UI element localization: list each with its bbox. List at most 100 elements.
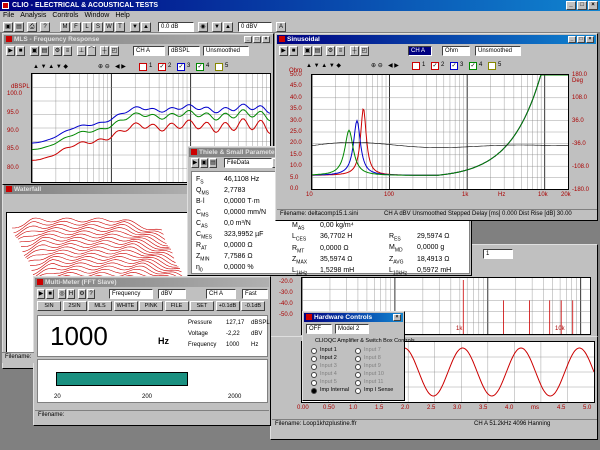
hw-input-left-radio[interactable] — [311, 356, 317, 362]
mls-check-4[interactable]: ✓ — [196, 63, 204, 71]
mls-smoothing-select[interactable]: Unsmoothed — [203, 46, 249, 56]
mm-gen-button[interactable]: SET — [190, 301, 214, 311]
mls-pan-arrows[interactable]: ◀ ▶ — [115, 63, 126, 70]
sin-smoothing-select[interactable]: Unsmoothed — [475, 46, 521, 56]
sin-open-button[interactable]: ▣ — [303, 46, 312, 56]
input-level-field[interactable]: 0 dBV — [238, 22, 272, 32]
mls-range-arrows[interactable]: ▲ ▼ ▲ ▼ ◆ — [33, 63, 68, 70]
mm-channel-select[interactable]: CH A — [206, 289, 236, 299]
mls-check-3[interactable]: ✓ — [177, 63, 185, 71]
mls-stop-button[interactable]: ■ — [16, 46, 25, 56]
mls-check-2[interactable]: ✓ — [158, 63, 166, 71]
mm-help-button[interactable]: ? — [87, 289, 95, 299]
mm-gen-button[interactable]: MLS — [88, 301, 112, 311]
generator-level-field[interactable]: 0.0 dB — [158, 22, 194, 32]
ts-open-button[interactable]: ▣ — [200, 158, 208, 168]
sin-stop-button[interactable]: ■ — [289, 46, 298, 56]
mls-maximize-button[interactable]: □ — [253, 36, 261, 43]
sin-range-arrows[interactable]: ▲ ▼ ▲ ▼ ◆ — [306, 62, 341, 69]
mls-save-button[interactable]: ▤ — [40, 46, 49, 56]
minimize-button[interactable]: _ — [566, 1, 576, 10]
sin-check-2[interactable]: ✓ — [431, 62, 439, 70]
mls-icon[interactable]: L — [82, 22, 92, 32]
close-button[interactable]: × — [588, 1, 598, 10]
hw-input-left-radio[interactable] — [311, 348, 317, 354]
open-icon[interactable]: ▣ — [3, 22, 13, 32]
waterfall-icon[interactable]: W — [104, 22, 114, 32]
mls-check-1[interactable] — [139, 63, 147, 71]
mls-impulse-button[interactable]: ⊥ — [77, 46, 86, 56]
hw-close-button[interactable]: × — [393, 314, 401, 321]
mm-gen-button[interactable]: 2SIN — [62, 301, 87, 311]
menu-controls[interactable]: Controls — [52, 11, 78, 21]
hw-input-right-radio[interactable] — [355, 380, 361, 386]
ts-save-button[interactable]: ▤ — [209, 158, 217, 168]
mls-channel-select[interactable]: CH A — [133, 46, 165, 56]
mm-gen-button[interactable]: PINK — [139, 301, 163, 311]
mm-hold-button[interactable]: H — [67, 289, 75, 299]
level-up-icon[interactable]: ▲ — [141, 22, 151, 32]
mm-gen-button[interactable]: WHITE — [113, 301, 138, 311]
sin-minimize-button[interactable]: _ — [568, 36, 576, 43]
sin-unit-select[interactable]: Ohm — [442, 46, 470, 56]
mls-window-button[interactable]: ⌒ — [87, 46, 96, 56]
hw-input-right-radio[interactable] — [355, 372, 361, 378]
print-icon[interactable]: ⎙ — [27, 22, 37, 32]
sin-maximize-button[interactable]: □ — [577, 36, 585, 43]
ts-source-select[interactable]: FileData — [224, 158, 272, 168]
sin-cursor-button[interactable]: ┼ — [350, 46, 359, 56]
sinus-icon[interactable]: S — [93, 22, 103, 32]
mm-mode-select[interactable]: Frequency — [109, 289, 153, 299]
sin-settings-button[interactable]: ⚙ — [326, 46, 335, 56]
generator-output-icon[interactable]: ◉ — [198, 22, 208, 32]
menu-window[interactable]: Window — [84, 11, 109, 21]
mm-settings-button[interactable]: ⚙ — [78, 289, 86, 299]
hw-input-left-radio[interactable] — [311, 372, 317, 378]
mls-zoom-button[interactable]: ◰ — [110, 46, 119, 56]
sin-check-1[interactable] — [412, 62, 420, 70]
sin-pan-arrows[interactable]: ◀ ▶ — [388, 62, 399, 69]
hw-input-left-radio[interactable] — [311, 388, 317, 394]
hw-input-right-radio[interactable] — [355, 348, 361, 354]
mls-close-button[interactable]: × — [262, 36, 270, 43]
mls-minimize-button[interactable]: _ — [244, 36, 252, 43]
mls-go-button[interactable]: ▶ — [6, 46, 15, 56]
mm-go-button[interactable]: ▶ — [37, 289, 45, 299]
sin-go-button[interactable]: ▶ — [279, 46, 288, 56]
multimeter-icon[interactable]: M — [60, 22, 70, 32]
hw-input-left-radio[interactable] — [311, 364, 317, 370]
sin-zoom-button[interactable]: ◰ — [360, 46, 369, 56]
sin-check-5[interactable] — [488, 62, 496, 70]
save-icon[interactable]: ▤ — [14, 22, 24, 32]
sin-save-button[interactable]: ▤ — [313, 46, 322, 56]
hw-state-select[interactable]: OFF — [306, 324, 332, 334]
ts-go-button[interactable]: ▶ — [191, 158, 199, 168]
mls-settings-button[interactable]: ⚙ — [53, 46, 62, 56]
mm-gen-button[interactable]: +0.1dB — [215, 301, 240, 311]
input-down-icon[interactable]: ▼ — [212, 22, 222, 32]
mls-export-button[interactable]: ≡ — [63, 46, 72, 56]
mm-stop-button[interactable]: ■ — [46, 289, 54, 299]
sin-export-button[interactable]: ≡ — [336, 46, 345, 56]
mm-capture-button[interactable]: ◎ — [58, 289, 66, 299]
autorange-icon[interactable]: A — [276, 22, 286, 32]
help-icon[interactable]: ? — [40, 22, 50, 32]
mls-cursor-button[interactable]: ┼ — [100, 46, 109, 56]
menu-analysis[interactable]: Analysis — [20, 11, 46, 21]
fft-box-field[interactable]: 1 — [483, 249, 513, 259]
mm-gen-button[interactable]: FILE — [164, 301, 189, 311]
mm-gen-button[interactable]: SIN — [37, 301, 61, 311]
sin-check-4[interactable]: ✓ — [469, 62, 477, 70]
sin-plot[interactable] — [311, 74, 569, 190]
mm-unit-select[interactable]: dBV — [158, 289, 186, 299]
mls-zoom-icon[interactable]: ⊕ ⊖ — [98, 63, 110, 70]
input-up-icon[interactable]: ▲ — [223, 22, 233, 32]
ts-icon[interactable]: T — [115, 22, 125, 32]
maximize-button[interactable]: □ — [577, 1, 587, 10]
hw-model-select[interactable]: Model 2 — [335, 324, 369, 334]
menu-file[interactable]: File — [3, 11, 14, 21]
mls-check-5[interactable] — [215, 63, 223, 71]
sin-zoom-icon[interactable]: ⊕ ⊖ — [371, 62, 383, 69]
sin-check-3[interactable]: ✓ — [450, 62, 458, 70]
level-down-icon[interactable]: ▼ — [130, 22, 140, 32]
